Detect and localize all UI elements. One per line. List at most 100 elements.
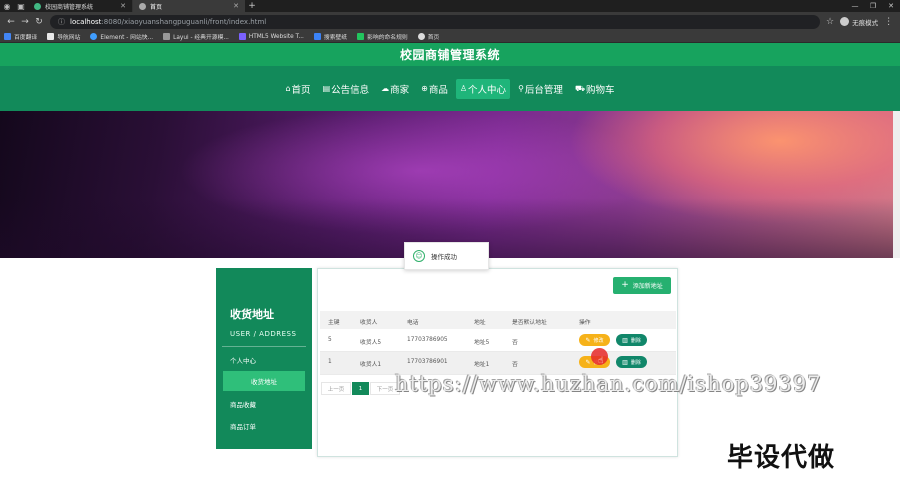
nav-label: 商家 [390,84,410,96]
row-id: 5 [328,337,332,343]
pencil-icon: ✎ [585,358,591,366]
page-current-button[interactable]: 1 [352,382,369,395]
address-panel: + 添加新地址 主键 收货人 电话 地址 是否默认地址 操作 5 收货人5 17… [317,268,678,457]
folder-icon [47,33,55,40]
close-window-icon[interactable]: ✕ [882,2,900,10]
bookmark-item[interactable]: 影响的命名规则 [357,32,408,41]
bookmark-item[interactable]: Layui - 经典开源模... [163,32,229,41]
vue-favicon-icon [34,2,41,10]
row-default: 否 [512,340,518,346]
browser-tab-2-label: 首页 [150,3,163,11]
globe-icon: ⊕ [421,84,428,93]
news-icon: ▤ [322,84,331,93]
minimize-icon[interactable]: — [846,2,864,10]
watermark-url: https://www.huzhan.com/ishop39397 [395,372,822,396]
browser-tab-1[interactable]: 校园商铺管理系统 ✕ [28,0,133,12]
delete-button[interactable]: ▥ 删除 [616,356,647,368]
nav-notice[interactable]: ▤ 公告信息 [319,79,374,99]
row-phone: 17703786901 [407,359,448,365]
cart-icon: ⛟ [574,83,586,93]
browser-tab-2[interactable]: 首页 ✕ [133,0,245,12]
tab-search-icon[interactable]: ◉ [0,0,14,12]
bookmark-label: 搜索壁纸 [323,35,348,41]
bookmark-item[interactable]: 导航网站 [47,32,80,41]
add-address-button[interactable]: + 添加新地址 [613,277,671,294]
sidebar-title: 收货地址 [230,308,274,321]
naming-icon [357,33,365,40]
row-address: 地址1 [474,362,490,368]
nav-goods[interactable]: ⊕ 商品 [417,79,452,99]
bookmark-label: 导航网站 [57,35,81,41]
globe-favicon-icon [139,2,146,10]
column-header: 电话 [407,320,419,326]
forward-icon[interactable]: → [18,17,32,27]
close-tab-icon[interactable]: ✕ [233,2,239,10]
bookmark-item[interactable]: Element - 网站快... [90,32,153,41]
page-scrollbar[interactable] [893,111,900,258]
new-tab-icon[interactable]: + [245,1,259,11]
restore-icon[interactable]: ❐ [864,2,882,10]
close-tab-icon[interactable]: ✕ [120,2,126,10]
url-path: :8080/xiaoyuanshangpuguanli/front/index.… [101,17,267,26]
reload-icon[interactable]: ↻ [32,17,46,27]
toast-message: 操作成功 [431,253,457,261]
nav-label: 个人中心 [468,84,507,96]
row-address: 地址5 [474,340,490,346]
sidebar-item-orders[interactable]: 商品订单 [230,421,256,431]
user-sidebar: 收货地址 USER / ADDRESS 个人中心 收货地址 商品收藏 商品订单 [216,268,312,449]
bookmark-item[interactable]: 搜索壁纸 [313,32,348,41]
menu-kebab-icon[interactable]: ⋮ [884,17,893,27]
info-icon: ⓘ [58,17,65,26]
bookmark-item[interactable]: HTML5 Website T... [238,33,304,40]
edit-button[interactable]: ✎修改 [579,334,610,346]
row-name: 收货人5 [360,340,382,346]
bookmarks-bar: 百度翻译 导航网站 Element - 网站快... Layui - 经典开源模… [0,31,900,43]
back-icon[interactable]: ← [4,17,18,27]
nav-label: 商品 [428,84,448,96]
nav-merchant[interactable]: ☁ 商家 [377,79,413,99]
sidebar-item-favorites[interactable]: 商品收藏 [230,399,256,409]
sidebar-item-user-center[interactable]: 个人中心 [230,355,256,365]
url-input[interactable]: ⓘ localhost:8080/xiaoyuanshangpuguanli/f… [50,14,820,29]
browser-address-row: ← → ↻ ⓘ localhost:8080/xiaoyuanshangpugu… [0,12,900,31]
profile-button[interactable]: 无痕模式 [840,17,878,27]
site-title: 校园商铺管理系统 [399,48,500,62]
window-controls: — ❐ ✕ [846,2,900,10]
bookmark-label: 百度翻译 [14,35,38,41]
user-icon: ♙ [459,84,468,93]
nav-cart[interactable]: ⛟ 购物车 [571,79,619,99]
bookmark-label: Element - 网站快... [100,35,154,41]
row-phone: 17703786905 [407,337,448,343]
nav-home[interactable]: ⌂ 首页 [281,79,314,99]
shop-icon: ☁ [381,84,390,93]
plus-icon: + [621,280,629,290]
nav-label: 首页 [291,84,311,96]
column-header: 主键 [328,320,340,326]
delete-label: 删除 [630,359,641,366]
prev-page-button[interactable]: 上一页 [321,382,351,395]
row-default: 否 [512,362,518,368]
hand-cursor-icon: ☝ [598,356,604,366]
bookmark-item[interactable]: 百度翻译 [4,32,37,41]
site-header: 校园商铺管理系统 [0,43,900,66]
watermark-text: 毕设代做 [727,443,836,473]
browser-tab-bar: ◉ ▣ 校园商铺管理系统 ✕ 首页 ✕ + — ❐ ✕ [0,0,900,12]
sidebar-item-address[interactable]: 收货地址 [223,371,305,391]
edit-label: 修改 [593,337,604,344]
column-header: 操作 [579,320,591,326]
element-icon [90,33,98,40]
bookmark-star-icon[interactable]: ☆ [826,17,834,27]
bookmark-item[interactable]: 首页 [417,32,439,41]
nav-label: 购物车 [586,84,615,96]
add-address-label: 添加新地址 [632,283,663,290]
column-header: 是否默认地址 [512,320,547,326]
profile-label: 无痕模式 [852,18,879,27]
home-icon: ⌂ [285,84,291,93]
nav-admin[interactable]: ⚲ 后台管理 [514,79,567,99]
nav-user-center[interactable]: ♙ 个人中心 [455,78,511,99]
nav-label: 后台管理 [524,84,563,96]
main-nav: ⌂ 首页 ▤ 公告信息 ☁ 商家 ⊕ 商品 ♙ 个人中心 ⚲ 后台管理 ⛟ 购物车 [0,66,900,111]
sidebar-subtitle: USER / ADDRESS [230,330,297,338]
delete-button[interactable]: ▥ 删除 [616,334,647,346]
tab-group-icon[interactable]: ▣ [14,0,28,12]
